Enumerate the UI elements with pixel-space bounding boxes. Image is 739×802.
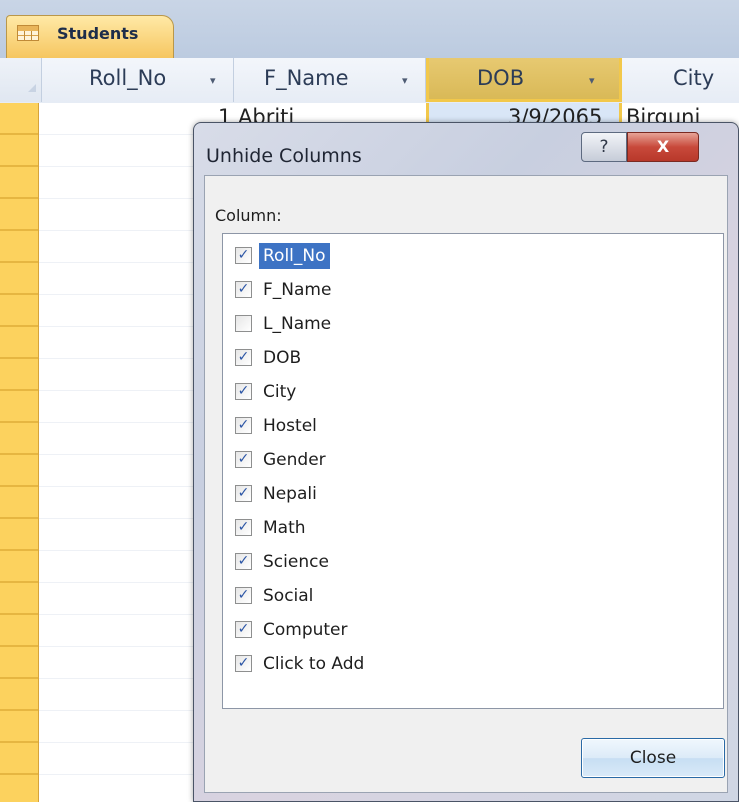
list-item-click-to-add[interactable]: ✓ Click to Add: [235, 651, 695, 679]
column-header-roll-no[interactable]: Roll_No ▾: [42, 58, 234, 102]
column-header-label: DOB: [477, 66, 525, 90]
list-item-l-name[interactable]: L_Name: [235, 311, 695, 339]
checkbox-unchecked[interactable]: [235, 315, 252, 332]
list-item-social[interactable]: ✓ Social: [235, 583, 695, 611]
list-item-hostel[interactable]: ✓ Hostel: [235, 413, 695, 441]
window-close-button[interactable]: X: [627, 132, 699, 162]
checkbox-checked[interactable]: ✓: [235, 247, 252, 264]
list-item-label: Nepali: [263, 484, 317, 504]
tab-students[interactable]: Students: [6, 15, 174, 58]
list-item-city[interactable]: ✓ City: [235, 379, 695, 407]
column-header-city[interactable]: City: [622, 58, 739, 102]
column-header-label: F_Name: [264, 66, 349, 90]
list-item-label: Science: [263, 552, 329, 572]
help-button[interactable]: ?: [581, 132, 627, 162]
list-item-math[interactable]: ✓ Math: [235, 515, 695, 543]
list-item-label: Math: [263, 518, 306, 538]
help-icon: ?: [599, 137, 609, 157]
table-icon: [17, 25, 39, 41]
checkbox-checked[interactable]: ✓: [235, 349, 252, 366]
dialog-client-area: Column: ✓ Roll_No ✓ F_Name L_Name ✓ DOB …: [204, 175, 728, 793]
checkbox-checked[interactable]: ✓: [235, 587, 252, 604]
column-header-label: Roll_No: [89, 66, 167, 90]
list-item-label: L_Name: [263, 314, 332, 334]
list-item-label: F_Name: [263, 280, 332, 300]
list-item-label: Social: [263, 586, 314, 606]
column-list-label: Column:: [215, 206, 282, 225]
column-header-dob[interactable]: DOB ▾: [426, 58, 622, 102]
tab-label: Students: [57, 24, 139, 43]
select-all-corner[interactable]: [0, 58, 42, 102]
list-item-nepali[interactable]: ✓ Nepali: [235, 481, 695, 509]
checkbox-checked[interactable]: ✓: [235, 621, 252, 638]
list-item-label: DOB: [263, 348, 302, 368]
checkbox-checked[interactable]: ✓: [235, 417, 252, 434]
list-item-label: Hostel: [263, 416, 317, 436]
list-item-science[interactable]: ✓ Science: [235, 549, 695, 577]
object-tab-strip: Students: [0, 0, 739, 59]
column-dropdown-arrow-icon[interactable]: ▾: [210, 74, 216, 87]
list-item-f-name[interactable]: ✓ F_Name: [235, 277, 695, 305]
list-item-dob[interactable]: ✓ DOB: [235, 345, 695, 373]
column-checklist[interactable]: ✓ Roll_No ✓ F_Name L_Name ✓ DOB ✓ City ✓: [222, 233, 724, 709]
list-item-roll-no[interactable]: ✓ Roll_No: [235, 243, 695, 271]
list-item-label: Gender: [263, 450, 326, 470]
list-item-gender[interactable]: ✓ Gender: [235, 447, 695, 475]
checkbox-checked[interactable]: ✓: [235, 383, 252, 400]
corner-triangle-icon: [28, 84, 36, 92]
checkbox-checked[interactable]: ✓: [235, 519, 252, 536]
checkbox-checked[interactable]: ✓: [235, 485, 252, 502]
list-item-label: Roll_No: [259, 243, 330, 269]
checkbox-checked[interactable]: ✓: [235, 553, 252, 570]
unhide-columns-dialog: Unhide Columns ? X Column: ✓ Roll_No ✓ F…: [193, 122, 739, 802]
column-header-f-name[interactable]: F_Name ▾: [234, 58, 426, 102]
checkbox-checked[interactable]: ✓: [235, 281, 252, 298]
close-icon: X: [656, 137, 670, 156]
close-button[interactable]: Close: [581, 738, 725, 778]
column-header-label: City: [673, 66, 715, 90]
list-item-label: Computer: [263, 620, 348, 640]
dialog-title: Unhide Columns: [206, 145, 362, 167]
record-selector-column[interactable]: [0, 103, 39, 802]
list-item-label: City: [263, 382, 297, 402]
list-item-label: Click to Add: [263, 654, 365, 674]
datasheet-header: Roll_No ▾ F_Name ▾ DOB ▾ City: [0, 58, 739, 104]
list-item-computer[interactable]: ✓ Computer: [235, 617, 695, 645]
checkbox-checked[interactable]: ✓: [235, 451, 252, 468]
checkbox-checked[interactable]: ✓: [235, 655, 252, 672]
column-dropdown-arrow-icon[interactable]: ▾: [402, 74, 408, 87]
column-dropdown-arrow-icon[interactable]: ▾: [589, 74, 595, 87]
